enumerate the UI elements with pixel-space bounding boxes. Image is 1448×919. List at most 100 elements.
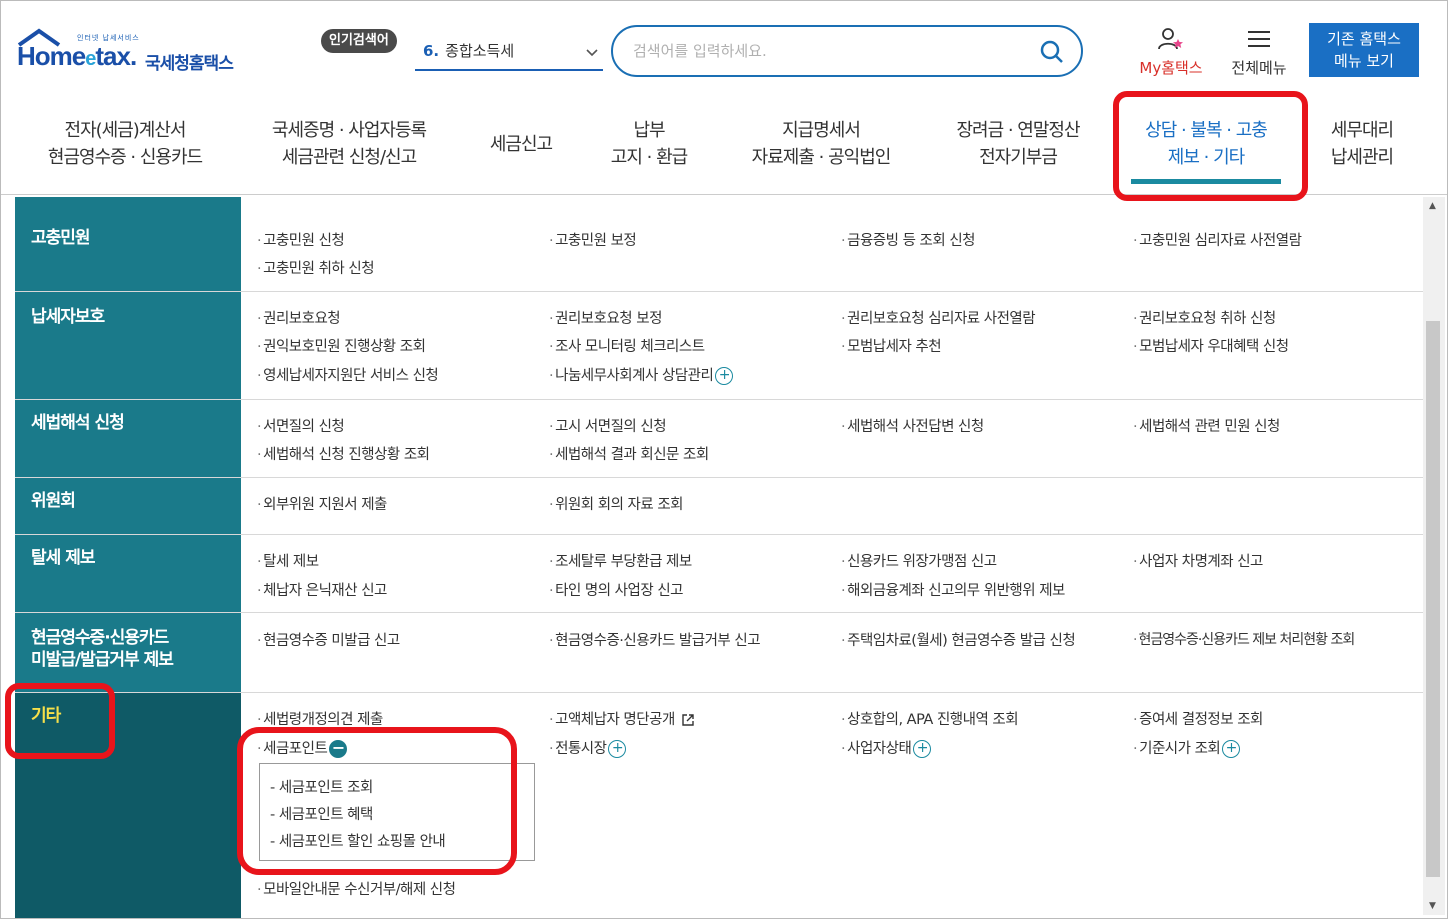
user-icon (1158, 28, 1183, 50)
nav-tab-payment[interactable]: 납부 고지 · 환급 (599, 117, 699, 171)
menu-link[interactable]: · 금융증빙 등 조회 신청 (841, 229, 975, 250)
menu-link[interactable]: · 주택임차료(월세) 현금영수증 발급 신청 (841, 629, 1076, 650)
menu-link[interactable]: · 상호합의, APA 진행내역 조회 (841, 708, 1019, 729)
menu-link[interactable]: · 세법령개정의견 제출 (257, 708, 383, 729)
category-title: 위원회 (31, 491, 76, 511)
menu-link[interactable]: · 고시 서면질의 신청 (549, 415, 667, 436)
menu-link-label: 체납자 은닉재산 신고 (263, 583, 387, 599)
menu-link[interactable]: · 영세납세자지원단 서비스 신청 (257, 364, 439, 385)
menu-link[interactable]: · 권리보호요청 심리자료 사전열람 (841, 307, 1036, 328)
old-menu-button[interactable]: 기존 홈택스 메뉴 보기 (1309, 23, 1419, 77)
menu-link[interactable]: · 증여세 결정정보 조회 (1133, 708, 1263, 729)
search-icon[interactable] (1039, 39, 1065, 65)
all-menu-label: 전체메뉴 (1231, 59, 1287, 77)
menu-link[interactable]: · 세법해석 관련 민원 신청 (1133, 415, 1280, 436)
expand-plus-icon[interactable]: + (608, 740, 627, 758)
popular-term: 종합소득세 (445, 42, 515, 60)
popular-search-badge: 인기검색어 (321, 29, 397, 53)
menu-link[interactable]: · 외부위원 지원서 제출 (257, 493, 387, 514)
menu-link[interactable]: · 신용카드 위장가맹점 신고 (841, 550, 997, 571)
category-title: 탈세 제보 (31, 548, 95, 568)
nav-tab-payment-statement[interactable]: 지급명세서 자료제출 · 공익법인 (739, 117, 903, 171)
menu-link[interactable]: · 조세탈루 부당환급 제보 (549, 550, 692, 571)
menu-link[interactable]: · 위원회 회의 자료 조회 (549, 493, 683, 514)
menu-link-label: 고시 서면질의 신청 (555, 419, 667, 435)
chevron-down-icon (585, 41, 599, 69)
menu-link[interactable]: · 고충민원 취하 신청 (257, 257, 375, 278)
scroll-down-arrow-icon[interactable]: ▼ (1429, 901, 1436, 911)
nav-tab-line2: 납세관리 (1330, 147, 1394, 168)
menu-link-label: 현금영수증 미발급 신고 (263, 633, 400, 649)
nav-tab-line2: 세금관련 신청/신고 (281, 147, 417, 168)
menu-link[interactable]: · 고충민원 심리자료 사전열람 (1133, 229, 1302, 250)
menu-link-label: 위원회 회의 자료 조회 (555, 497, 683, 513)
popular-rank: 6. (423, 42, 440, 60)
menu-link[interactable]: · 기준시가 조회 + (1133, 737, 1241, 758)
menu-link[interactable]: · 조사 모니터링 체크리스트 (549, 335, 705, 356)
expand-plus-icon[interactable]: + (715, 367, 734, 385)
popular-search-select[interactable]: 6. 종합소득세 (415, 37, 603, 71)
menu-link[interactable]: · 권리보호요청 보정 (549, 307, 662, 328)
myhometax-button[interactable]: My홈택스 (1131, 27, 1211, 78)
menu-link[interactable]: · 모범납세자 우대혜택 신청 (1133, 335, 1289, 356)
menu-link[interactable]: · 현금영수증 미발급 신고 (257, 629, 400, 650)
menu-link-label: 고충민원 보정 (555, 233, 637, 249)
menu-link-label: 현금영수증·신용카드 발급거부 신고 (555, 633, 761, 649)
menu-link[interactable]: · 권익보호민원 진행상황 조회 (257, 335, 426, 356)
menu-link[interactable]: · 전통시장 + (549, 737, 627, 758)
menu-link-label: 권리보호요청 심리자료 사전열람 (847, 311, 1036, 327)
menu-link[interactable]: · 권리보호요청 (257, 307, 341, 328)
menu-link[interactable]: · 고충민원 보정 (549, 229, 637, 250)
hometax-logo[interactable]: 인터넷 납세서비스 Homeetax. 국세청홈택스 (15, 23, 255, 79)
menu-link[interactable]: · 탈세 제보 (257, 550, 319, 571)
menu-link[interactable]: · 서면질의 신청 (257, 415, 345, 436)
nav-tab-tax-report[interactable]: 세금신고 (479, 131, 563, 158)
logo-wordmark: Homeetax. (17, 41, 137, 71)
nav-tab-line1: 장려금 · 연말정산 (956, 120, 1080, 141)
menu-link[interactable]: · 체납자 은닉재산 신고 (257, 579, 387, 600)
category-row-tax-evasion-report: 탈세 제보 (15, 535, 1423, 613)
menu-link[interactable]: · 현금영수증·신용카드 제보 처리현황 조회 (1133, 629, 1355, 649)
menu-link[interactable]: · 고액체납자 명단공개 (549, 708, 695, 729)
menu-link-label: 나눔세무사회계사 상담관리 (555, 368, 714, 384)
expand-plus-icon[interactable]: + (1222, 740, 1241, 758)
scroll-up-arrow-icon[interactable]: ▲ (1429, 201, 1436, 211)
expand-plus-icon[interactable]: + (913, 740, 932, 758)
menu-link[interactable]: · 사업자 차명계좌 신고 (1133, 550, 1263, 571)
menu-link[interactable]: · 해외금융계좌 신고의무 위반행위 제보 (841, 579, 1065, 600)
menu-link[interactable]: · 세법해석 결과 회신문 조회 (549, 443, 709, 464)
nav-tab-line2: 자료제출 · 공익법인 (751, 147, 892, 168)
category-row-cash-receipt-report: 현금영수증·신용카드 미발급/발급거부 제보 (15, 613, 1423, 693)
hamburger-icon (1248, 31, 1270, 47)
menu-link[interactable]: · 현금영수증·신용카드 발급거부 신고 (549, 629, 761, 650)
menu-link-label: 고충민원 심리자료 사전열람 (1139, 233, 1302, 249)
myhometax-label: My홈택스 (1139, 59, 1203, 77)
nav-tab-incentive[interactable]: 장려금 · 연말정산 전자기부금 (943, 117, 1093, 171)
search-input[interactable] (633, 37, 1013, 65)
menu-link[interactable]: · 권리보호요청 취하 신청 (1133, 307, 1276, 328)
nav-tab-einvoice[interactable]: 전자(세금)계산서 현금영수증 · 신용카드 (37, 117, 213, 171)
menu-link-label: 권익보호민원 진행상황 조회 (263, 339, 426, 355)
scrollbar-thumb[interactable] (1426, 321, 1440, 877)
nav-tab-line2: 전자기부금 (979, 147, 1058, 168)
menu-link[interactable]: · 모바일안내문 수신거부/해제 신청 (257, 878, 456, 899)
vertical-scrollbar[interactable]: ▲ ▼ (1423, 197, 1445, 915)
nav-tab-tax-agent[interactable]: 세무대리 납세관리 (1319, 117, 1405, 171)
menu-link[interactable]: · 고충민원 신청 (257, 229, 345, 250)
nav-tab-line1: 국세증명 · 사업자등록 (271, 120, 427, 141)
menu-link[interactable]: · 사업자상태 + (841, 737, 932, 758)
all-menu-button[interactable]: 전체메뉴 (1223, 27, 1295, 78)
menu-link-label: 상호합의, APA 진행내역 조회 (847, 712, 1019, 728)
menu-link[interactable]: · 나눔세무사회계사 상담관리 + (549, 364, 734, 385)
menu-link[interactable]: · 세법해석 신청 진행상황 조회 (257, 443, 430, 464)
menu-link-label: 주택임차료(월세) 현금영수증 발급 신청 (847, 633, 1076, 649)
nav-tab-certificate[interactable]: 국세증명 · 사업자등록 세금관련 신청/신고 (257, 117, 441, 171)
menu-link-label: 영세납세자지원단 서비스 신청 (263, 368, 439, 384)
menu-link-label: 사업자상태 (847, 741, 912, 757)
menu-link[interactable]: · 세법해석 사전답변 신청 (841, 415, 984, 436)
menu-link[interactable]: · 타인 명의 사업장 신고 (549, 579, 683, 600)
nav-tab-line1: 지급명세서 (782, 120, 861, 141)
menu-link[interactable]: · 모범납세자 추천 (841, 335, 942, 356)
menu-link-label: 탈세 제보 (263, 554, 319, 570)
menu-link-label: 조세탈루 부당환급 제보 (555, 554, 692, 570)
